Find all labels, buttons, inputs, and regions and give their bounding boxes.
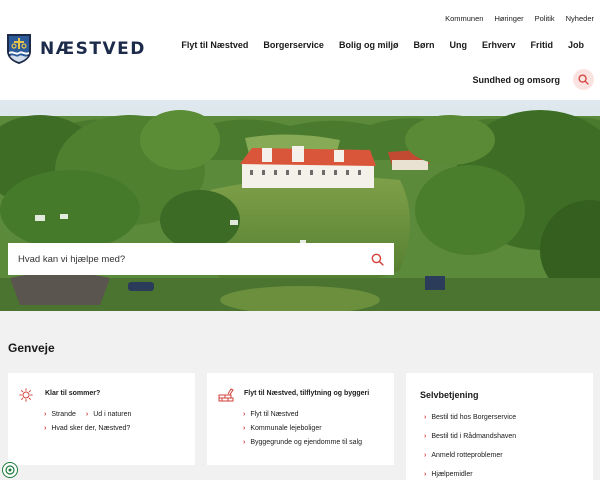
link-bestil-radmandshaven[interactable]: › Bestil tid i Rådmandshaven: [424, 433, 516, 440]
card-links: › Flyt til Næstved › Kommunale lejeboliger…: [243, 407, 362, 449]
chevron-right-icon: ›: [424, 414, 427, 421]
hero-search-bar: [8, 243, 394, 275]
shortcut-card-summer: Klar til sommer? › Strande › Ud i naturen …: [8, 373, 195, 465]
hero-search-input[interactable]: [18, 253, 371, 265]
chevron-right-icon: ›: [424, 433, 427, 440]
chevron-right-icon: ›: [44, 410, 47, 418]
brand-name: NÆSTVED: [40, 39, 146, 59]
util-nav-nyheder[interactable]: Nyheder: [566, 14, 594, 23]
link-flyt-til-naestved[interactable]: › Flyt til Næstved: [243, 411, 299, 418]
card-title: Klar til sommer?: [45, 390, 101, 397]
nav-item-fritid[interactable]: Fritid: [530, 40, 553, 50]
nav-item-erhverv[interactable]: Erhverv: [482, 40, 516, 50]
link-label: Hjælpemidler: [431, 471, 473, 478]
card-title: Flyt til Næstved, tilflytning og byggeri: [244, 390, 370, 397]
utility-nav: Kommunen Høringer Politik Nyheder: [445, 14, 594, 23]
hero-section: [0, 100, 600, 311]
util-nav-politik[interactable]: Politik: [535, 14, 555, 23]
nav-item-flyt[interactable]: Flyt til Næstved: [181, 40, 248, 50]
card-links: › Strande › Ud i naturen › Hvad sker der, N…: [44, 407, 131, 435]
link-label: Ud i naturen: [93, 410, 132, 418]
link-hvad-sker-der[interactable]: › Hvad sker der, Næstved?: [44, 425, 130, 432]
shortcut-card-moving: Flyt til Næstved, tilflytning og byggeri…: [207, 373, 394, 465]
link-label: Bestil tid i Rådmandshaven: [431, 433, 517, 440]
chevron-right-icon: ›: [85, 410, 89, 418]
chevron-right-icon: ›: [243, 410, 246, 418]
cookie-settings-icon: [5, 465, 15, 475]
nav-item-sundhed[interactable]: Sundhed og omsorg: [473, 75, 561, 85]
link-label: Byggegrunde og ejendomme til salg: [250, 438, 363, 446]
util-nav-kommunen[interactable]: Kommunen: [445, 14, 483, 23]
link-bestil-borgerservice[interactable]: › Bestil tid hos Borgerservice: [424, 414, 516, 421]
brick-wall-icon: [218, 388, 234, 402]
nav-item-bolig[interactable]: Bolig og miljø: [339, 40, 399, 50]
search-icon[interactable]: [371, 253, 384, 266]
hero-image: [0, 100, 600, 311]
nav-row-secondary: Sundhed og omsorg: [473, 69, 594, 90]
cookie-settings-button[interactable]: [2, 462, 18, 478]
shortcuts-section: Genveje Klar til sommer? › Strande › Ud i …: [0, 311, 600, 480]
link-label: Strande: [51, 410, 76, 418]
chevron-right-icon: ›: [243, 424, 246, 432]
link-label: Anmeld rotteproblemer: [431, 452, 503, 459]
search-icon: [578, 74, 589, 85]
link-hjaelpemidler[interactable]: › Hjælpemidler: [424, 471, 473, 478]
card-links: › Bestil tid hos Borgerservice › Bestil ti…: [424, 408, 516, 480]
main-nav: Flyt til Næstved Borgerservice Bolig og …: [181, 40, 584, 50]
nav-item-job[interactable]: Job: [568, 40, 584, 50]
chevron-right-icon: ›: [243, 438, 246, 446]
link-label: Hvad sker der, Næstved?: [51, 424, 131, 432]
header-search-button[interactable]: [573, 69, 594, 90]
shield-logo-icon: [7, 34, 31, 64]
site-logo[interactable]: NÆSTVED: [6, 33, 146, 65]
nav-item-borgerservice[interactable]: Borgerservice: [263, 40, 324, 50]
link-byggegrunde[interactable]: › Byggegrunde og ejendomme til salg: [243, 439, 362, 446]
site-header: NÆSTVED Kommunen Høringer Politik Nyhede…: [0, 0, 600, 100]
card-title: Selvbetjening: [420, 390, 479, 400]
chevron-right-icon: ›: [424, 452, 427, 459]
nav-item-ung[interactable]: Ung: [449, 40, 467, 50]
link-lejeboliger[interactable]: › Kommunale lejeboliger: [243, 425, 322, 432]
link-label: Flyt til Næstved: [250, 410, 299, 418]
link-label: Bestil tid hos Borgerservice: [431, 414, 517, 421]
chevron-right-icon: ›: [424, 471, 427, 478]
link-strande[interactable]: › Strande: [44, 411, 76, 418]
link-rotteproblemer[interactable]: › Anmeld rotteproblemer: [424, 452, 503, 459]
util-nav-horinger[interactable]: Høringer: [494, 14, 523, 23]
sun-icon: [19, 388, 33, 402]
chevron-right-icon: ›: [44, 424, 47, 432]
link-ud-i-naturen[interactable]: › Ud i naturen: [86, 411, 131, 418]
section-title: Genveje: [8, 341, 55, 355]
link-label: Kommunale lejeboliger: [250, 424, 322, 432]
shortcut-card-selfservice: Selvbetjening › Bestil tid hos Borgerserv…: [406, 373, 593, 480]
nav-item-born[interactable]: Børn: [413, 40, 434, 50]
